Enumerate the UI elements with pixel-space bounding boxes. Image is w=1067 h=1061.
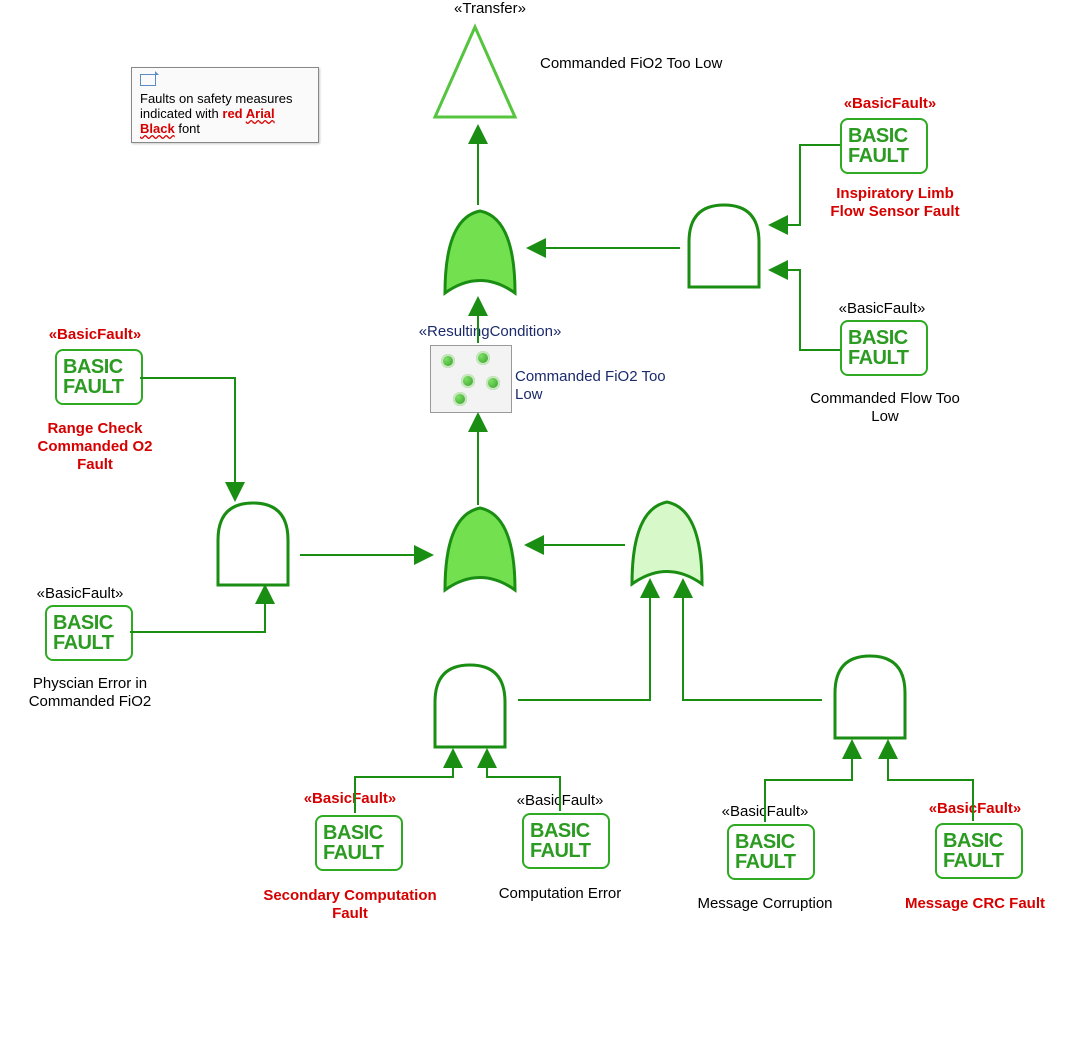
fault-tree-diagram: { "note": { "text_prefix": "Faults on sa… (0, 0, 1067, 1061)
connectors (0, 0, 1067, 1061)
